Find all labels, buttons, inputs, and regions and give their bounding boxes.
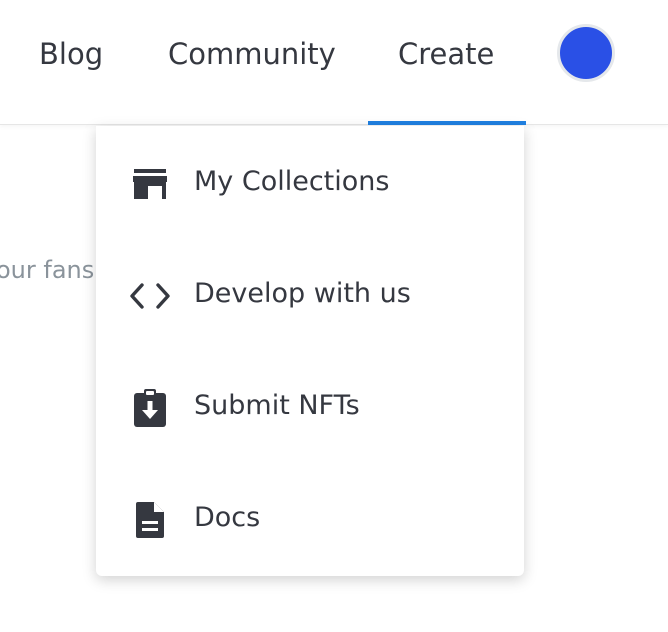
background-text-fragment: our fans [0, 256, 95, 284]
document-icon [130, 500, 170, 540]
code-icon [130, 276, 170, 316]
top-navbar: Blog Community Create [0, 0, 668, 125]
clipboard-download-icon [130, 388, 170, 428]
page: Blog Community Create our fans My Collec… [0, 0, 668, 632]
menu-item-label: My Collections [194, 166, 390, 197]
create-dropdown-menu: My Collections Develop with us Submit NF… [96, 126, 524, 576]
storefront-icon [130, 164, 170, 204]
user-avatar[interactable] [557, 24, 615, 82]
nav-link-community[interactable]: Community [168, 32, 336, 76]
menu-item-my-collections[interactable]: My Collections [96, 126, 524, 238]
menu-item-label: Docs [194, 502, 261, 533]
active-tab-indicator [368, 121, 526, 125]
menu-item-docs[interactable]: Docs [96, 462, 524, 574]
nav-link-blog[interactable]: Blog [39, 32, 103, 76]
menu-item-submit-nfts[interactable]: Submit NFTs [96, 350, 524, 462]
menu-item-label: Submit NFTs [194, 390, 360, 421]
nav-link-create[interactable]: Create [398, 32, 494, 76]
menu-item-develop-with-us[interactable]: Develop with us [96, 238, 524, 350]
menu-item-label: Develop with us [194, 278, 411, 309]
